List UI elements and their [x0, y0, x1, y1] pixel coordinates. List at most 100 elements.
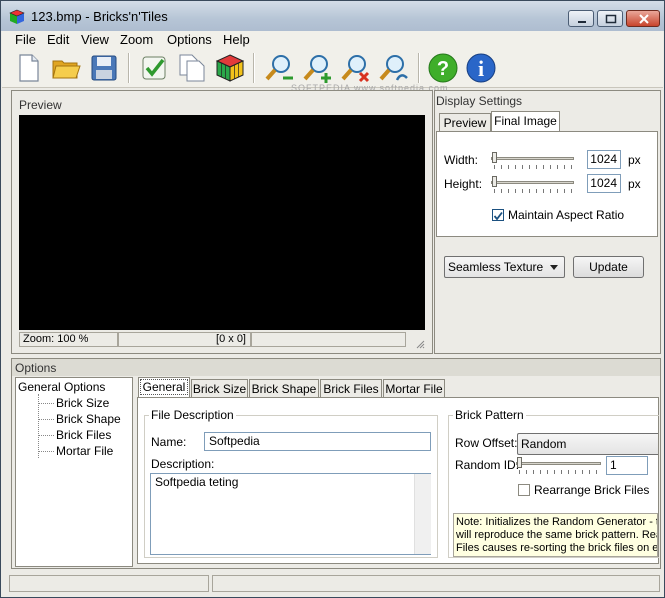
random-id-input-value: 1	[610, 458, 617, 472]
width-input-value: 1024	[590, 152, 617, 166]
svg-text:i: i	[478, 56, 484, 81]
random-id-input[interactable]: 1	[606, 456, 648, 475]
options-title: Options	[15, 361, 57, 375]
row-offset-value: Random	[521, 437, 567, 451]
texture-mode-select[interactable]: Seamless Texture	[444, 256, 565, 278]
menu-options[interactable]: Options	[167, 32, 212, 47]
help-icon[interactable]: ?	[427, 52, 459, 84]
tree-connector	[38, 435, 54, 436]
close-button[interactable]	[626, 10, 660, 27]
texture-mode-value: Seamless Texture	[448, 260, 544, 274]
tab-mortar-file[interactable]: Mortar File	[383, 379, 445, 398]
tab-brick-size-label: Brick Size	[192, 382, 247, 396]
svg-text:?: ?	[437, 58, 449, 80]
coords-status-text: [0 x 0]	[216, 333, 246, 345]
height-slider-thumb[interactable]	[492, 176, 497, 187]
tree-item-brick-files[interactable]: Brick Files	[56, 428, 111, 442]
maintain-aspect-label[interactable]: Maintain Aspect Ratio	[508, 208, 624, 222]
row-offset-select[interactable]: Random	[517, 433, 658, 455]
menu-file[interactable]: File	[15, 32, 36, 47]
tab-brick-size[interactable]: Brick Size	[191, 379, 248, 398]
title-bar[interactable]: 123.bmp - Bricks'n'Tiles	[1, 1, 664, 31]
menu-zoom[interactable]: Zoom	[120, 32, 153, 47]
open-folder-icon[interactable]	[50, 52, 82, 84]
name-input[interactable]: Softpedia	[204, 432, 431, 451]
file-description-title: File Description	[149, 408, 236, 422]
minimize-button[interactable]	[568, 10, 594, 27]
rearrange-checkbox[interactable]	[518, 484, 530, 496]
toolbar-separator	[418, 53, 420, 83]
zoom-status-text: Zoom: 100 %	[23, 333, 89, 345]
tab-brick-shape-label: Brick Shape	[251, 382, 317, 396]
zoom-cancel-icon[interactable]	[339, 52, 371, 84]
width-input[interactable]: 1024	[587, 150, 621, 169]
info-icon[interactable]: i	[465, 52, 497, 84]
copy-pages-icon[interactable]	[176, 52, 208, 84]
cube-icon[interactable]	[214, 52, 246, 84]
update-button[interactable]: Update	[573, 256, 644, 278]
options-tree: General Options Brick Size Brick Shape B…	[15, 377, 133, 567]
menu-edit[interactable]: Edit	[47, 32, 69, 47]
description-label: Description:	[151, 457, 215, 471]
status-blank	[251, 332, 406, 347]
chevron-down-icon	[550, 265, 558, 270]
tree-item-general-options[interactable]: General Options	[18, 380, 106, 394]
random-id-slider-ticks	[519, 470, 601, 474]
width-slider[interactable]	[491, 157, 574, 160]
save-disk-icon[interactable]	[88, 52, 120, 84]
tab-general[interactable]: General	[138, 377, 190, 398]
height-label: Height:	[444, 177, 483, 191]
coords-status: [0 x 0]	[118, 332, 251, 347]
menu-view[interactable]: View	[81, 32, 109, 47]
preview-canvas[interactable]	[19, 115, 425, 330]
note-box: Note: Initializes the Random Generator -…	[453, 513, 658, 557]
tab-preview-label: Preview	[443, 116, 487, 130]
toolbar-separator	[128, 53, 130, 83]
name-input-value: Softpedia	[209, 434, 260, 448]
close-icon	[639, 14, 649, 24]
height-slider[interactable]	[491, 181, 574, 184]
height-input[interactable]: 1024	[587, 174, 621, 193]
zoom-out-icon[interactable]	[263, 52, 295, 84]
resize-grip-icon[interactable]	[415, 339, 425, 349]
main-window: 123.bmp - Bricks'n'Tiles File Edit View …	[0, 0, 665, 598]
description-textarea[interactable]: Softpedia teting	[150, 473, 431, 555]
tab-preview[interactable]: Preview	[439, 113, 491, 132]
zoom-in-icon[interactable]	[301, 52, 333, 84]
width-label: Width:	[444, 153, 479, 167]
preview-title: Preview	[19, 98, 62, 112]
height-input-value: 1024	[590, 176, 617, 190]
app-cube-icon	[9, 9, 25, 24]
tree-item-brick-shape[interactable]: Brick Shape	[56, 412, 121, 426]
minimize-icon	[578, 21, 586, 23]
note-line: will reproduce the same brick pattern. R…	[456, 529, 658, 541]
tree-connector	[38, 419, 54, 420]
note-line: Note: Initializes the Random Generator -…	[456, 516, 658, 528]
maximize-button[interactable]	[597, 10, 623, 27]
width-slider-thumb[interactable]	[492, 152, 497, 163]
tab-brick-shape[interactable]: Brick Shape	[249, 379, 319, 398]
rearrange-label[interactable]: Rearrange Brick Files	[534, 483, 649, 497]
status-bar-left	[9, 575, 209, 592]
tab-final-image[interactable]: Final Image	[491, 111, 560, 132]
width-unit: px	[628, 153, 641, 167]
zoom-fit-icon[interactable]	[377, 52, 409, 84]
maintain-aspect-checkbox[interactable]	[492, 209, 504, 221]
zoom-status: Zoom: 100 %	[19, 332, 118, 347]
height-slider-ticks	[494, 189, 574, 193]
description-scrollbar[interactable]	[414, 474, 431, 554]
tab-brick-files-label: Brick Files	[323, 382, 379, 396]
tree-item-brick-size[interactable]: Brick Size	[56, 396, 109, 410]
menu-bar: File Edit View Zoom Options Help	[2, 31, 663, 49]
tree-item-mortar-file[interactable]: Mortar File	[56, 444, 113, 458]
window-title: 123.bmp - Bricks'n'Tiles	[31, 9, 168, 24]
row-offset-label: Row Offset:	[455, 436, 518, 450]
random-id-label: Random ID:	[455, 458, 520, 472]
random-id-slider[interactable]	[516, 462, 601, 465]
status-bar-right	[212, 575, 660, 592]
menu-help[interactable]: Help	[223, 32, 250, 47]
tab-brick-files[interactable]: Brick Files	[320, 379, 382, 398]
new-file-icon[interactable]	[12, 52, 44, 84]
random-id-slider-thumb[interactable]	[517, 457, 522, 468]
check-icon[interactable]	[138, 52, 170, 84]
